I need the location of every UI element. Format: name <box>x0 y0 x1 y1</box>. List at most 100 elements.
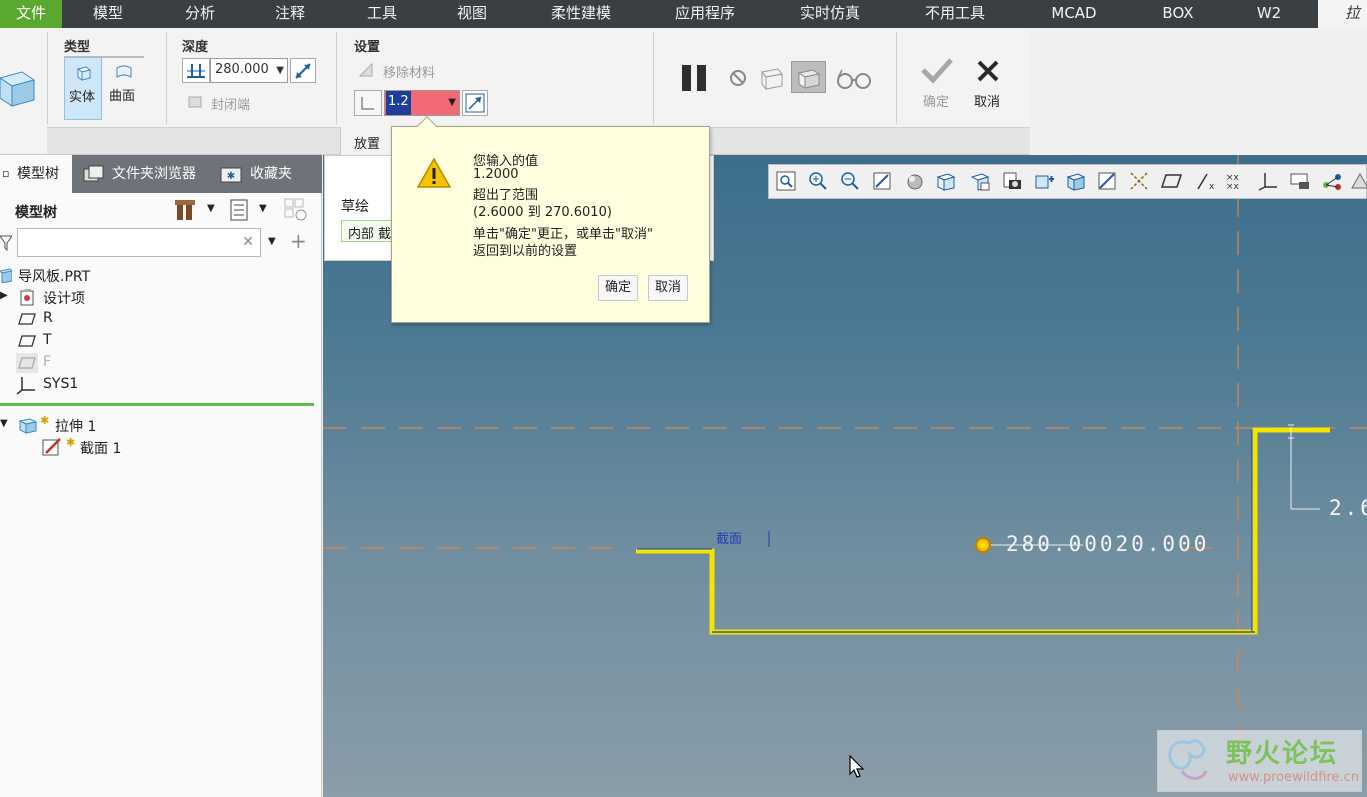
no-preview-icon[interactable] <box>728 68 748 88</box>
depth-dimension[interactable]: 280.00020.000 <box>1006 532 1209 556</box>
menu-model[interactable]: 模型 <box>78 0 138 28</box>
dialog-ok-button[interactable]: 确定 <box>598 275 638 301</box>
extrude-feature-icon <box>0 66 36 108</box>
expand-icon[interactable]: ▶ <box>0 290 8 301</box>
datum-plane-icon <box>18 334 36 348</box>
refit-icon[interactable] <box>775 170 797 192</box>
point-tags-icon[interactable]: ×x ×x <box>1224 170 1248 192</box>
menu-tools[interactable]: 工具 <box>352 0 412 28</box>
menu-unused-tools[interactable]: 不用工具 <box>910 0 1000 28</box>
show-list-icon[interactable] <box>228 198 250 222</box>
remove-material-icon <box>357 61 375 79</box>
zoom-in-icon[interactable] <box>807 170 829 192</box>
thicken-value-combo[interactable]: 1.2 ▼ <box>384 90 460 116</box>
tree-item-plane-t[interactable]: T <box>0 330 320 352</box>
chevron-down-icon[interactable]: ▼ <box>207 203 215 214</box>
axis-display-icon[interactable] <box>1128 170 1152 192</box>
capped-ends-icon <box>186 93 204 111</box>
tree-search-field[interactable] <box>21 232 236 252</box>
flip-depth-button[interactable] <box>290 58 316 83</box>
sketch-label: 草绘 <box>341 199 369 215</box>
tab-placement[interactable]: 放置 <box>340 127 392 155</box>
csys-tags-icon[interactable] <box>1256 170 1280 192</box>
tree-search-input[interactable]: ✕ <box>17 228 261 257</box>
tree-item-plane-f[interactable]: F <box>0 352 320 374</box>
chevron-down-icon[interactable]: ▼ <box>268 236 276 247</box>
watermark-url: www.proewildfire.cn <box>1228 770 1359 785</box>
forum-watermark: 野火论坛 www.proewildfire.cn <box>1157 730 1362 792</box>
csys-display-icon[interactable]: x <box>1192 170 1216 192</box>
verify-mode-icon[interactable] <box>836 68 872 90</box>
dialog-message-line: 返回到以前的设置 <box>473 244 578 259</box>
menu-view[interactable]: 视图 <box>442 0 502 28</box>
tab-folder-browser[interactable]: 文件夹浏览器 <box>80 155 212 193</box>
shaded-view-icon[interactable] <box>1064 170 1088 192</box>
tree-item-extrude[interactable]: ▼ ✱ 拉伸 1 <box>0 414 320 436</box>
menu-box[interactable]: BOX <box>1148 0 1208 28</box>
tree-item-design-items[interactable]: ▶ 设计项 <box>0 286 320 308</box>
placement-tab-label: 放置 <box>354 137 381 152</box>
feature-preview-button[interactable] <box>791 61 826 93</box>
menu-realtime-sim[interactable]: 实时仿真 <box>785 0 875 28</box>
tree-item-section[interactable]: ✱ 截面 1 <box>0 436 320 458</box>
surface-type-button[interactable]: 曲面 <box>104 57 144 120</box>
tab-favorites[interactable]: ✱ 收藏夹 <box>219 155 319 193</box>
tree-settings-icon[interactable] <box>173 197 197 223</box>
solid-type-button[interactable]: 实体 <box>64 57 102 120</box>
annotation-display-icon[interactable] <box>1288 170 1312 192</box>
depth-value-combo[interactable]: 280.000 ▼ <box>210 58 288 83</box>
thickness-dimension[interactable]: 2.6 <box>1329 496 1367 520</box>
menu-flexible-modeling[interactable]: 柔性建模 <box>536 0 626 28</box>
geometry-preview-icon[interactable] <box>758 65 786 91</box>
tree-item-plane-r[interactable]: R <box>0 308 320 330</box>
tab-model-tree[interactable]: ▫ 模型树 <box>0 155 72 193</box>
plane-display-icon[interactable] <box>1096 170 1120 192</box>
point-display-icon[interactable] <box>1160 170 1184 192</box>
menu-mcad[interactable]: MCAD <box>1035 0 1113 28</box>
spin-center-display-icon[interactable] <box>1320 170 1344 192</box>
zoom-out-icon[interactable] <box>839 170 861 192</box>
feature-preview-icon <box>796 66 822 90</box>
display-style-icon[interactable] <box>903 170 927 192</box>
hidden-items-icon[interactable] <box>283 197 309 223</box>
saved-views-icon[interactable] <box>934 170 958 192</box>
menu-w2[interactable]: W2 <box>1240 0 1298 28</box>
menu-annotate[interactable]: 注释 <box>260 0 320 28</box>
folder-icon <box>82 164 106 184</box>
datum-plane-icon <box>18 312 36 326</box>
tree-item-part[interactable]: 导风板.PRT <box>0 264 320 286</box>
depth-type-button[interactable] <box>182 58 210 83</box>
menu-bar: 文件 模型 分析 注释 工具 视图 柔性建模 应用程序 实时仿真 不用工具 MC… <box>0 0 1367 28</box>
tree-item-csys[interactable]: SYS1 <box>0 374 320 396</box>
new-feature-icon: ✱ <box>40 414 50 427</box>
svg-text:×x: ×x <box>1226 182 1240 191</box>
pause-button[interactable] <box>680 64 710 92</box>
dialog-cancel-button[interactable]: 取消 <box>648 275 688 301</box>
chevron-down-icon[interactable]: ▼ <box>259 203 267 214</box>
watermark-logo-icon <box>1162 735 1218 789</box>
thicken-button[interactable] <box>354 90 382 116</box>
remove-material-button[interactable]: 移除材料 <box>383 62 435 81</box>
cancel-button[interactable]: 取消 <box>966 54 1011 114</box>
view-toolbar: x ×x ×x <box>768 164 1367 199</box>
view-manager-icon[interactable] <box>968 170 992 192</box>
spin-center-icon[interactable] <box>1032 170 1056 192</box>
repaint-icon[interactable] <box>871 170 893 192</box>
add-filter-icon[interactable]: + <box>290 229 307 253</box>
clear-icon[interactable]: ✕ <box>242 234 254 250</box>
menu-applications[interactable]: 应用程序 <box>660 0 750 28</box>
ok-button[interactable]: 确定 <box>915 54 960 114</box>
insert-indicator[interactable] <box>0 403 314 406</box>
warning-display-icon[interactable] <box>1351 170 1367 192</box>
blind-depth-icon <box>185 61 207 81</box>
chevron-down-icon: ▼ <box>448 97 456 108</box>
warning-icon <box>417 157 451 189</box>
camera-icon[interactable] <box>1000 170 1024 192</box>
menu-extrude-tab[interactable]: 拉伸 <box>1318 0 1367 28</box>
flip-direction-icon <box>292 60 314 81</box>
menu-analysis[interactable]: 分析 <box>170 0 230 28</box>
collapse-icon[interactable]: ▼ <box>0 418 8 429</box>
menu-file[interactable]: 文件 <box>0 0 62 28</box>
flip-thicken-button[interactable] <box>462 90 488 116</box>
capped-ends-checkbox[interactable]: 封闭端 <box>211 94 250 113</box>
